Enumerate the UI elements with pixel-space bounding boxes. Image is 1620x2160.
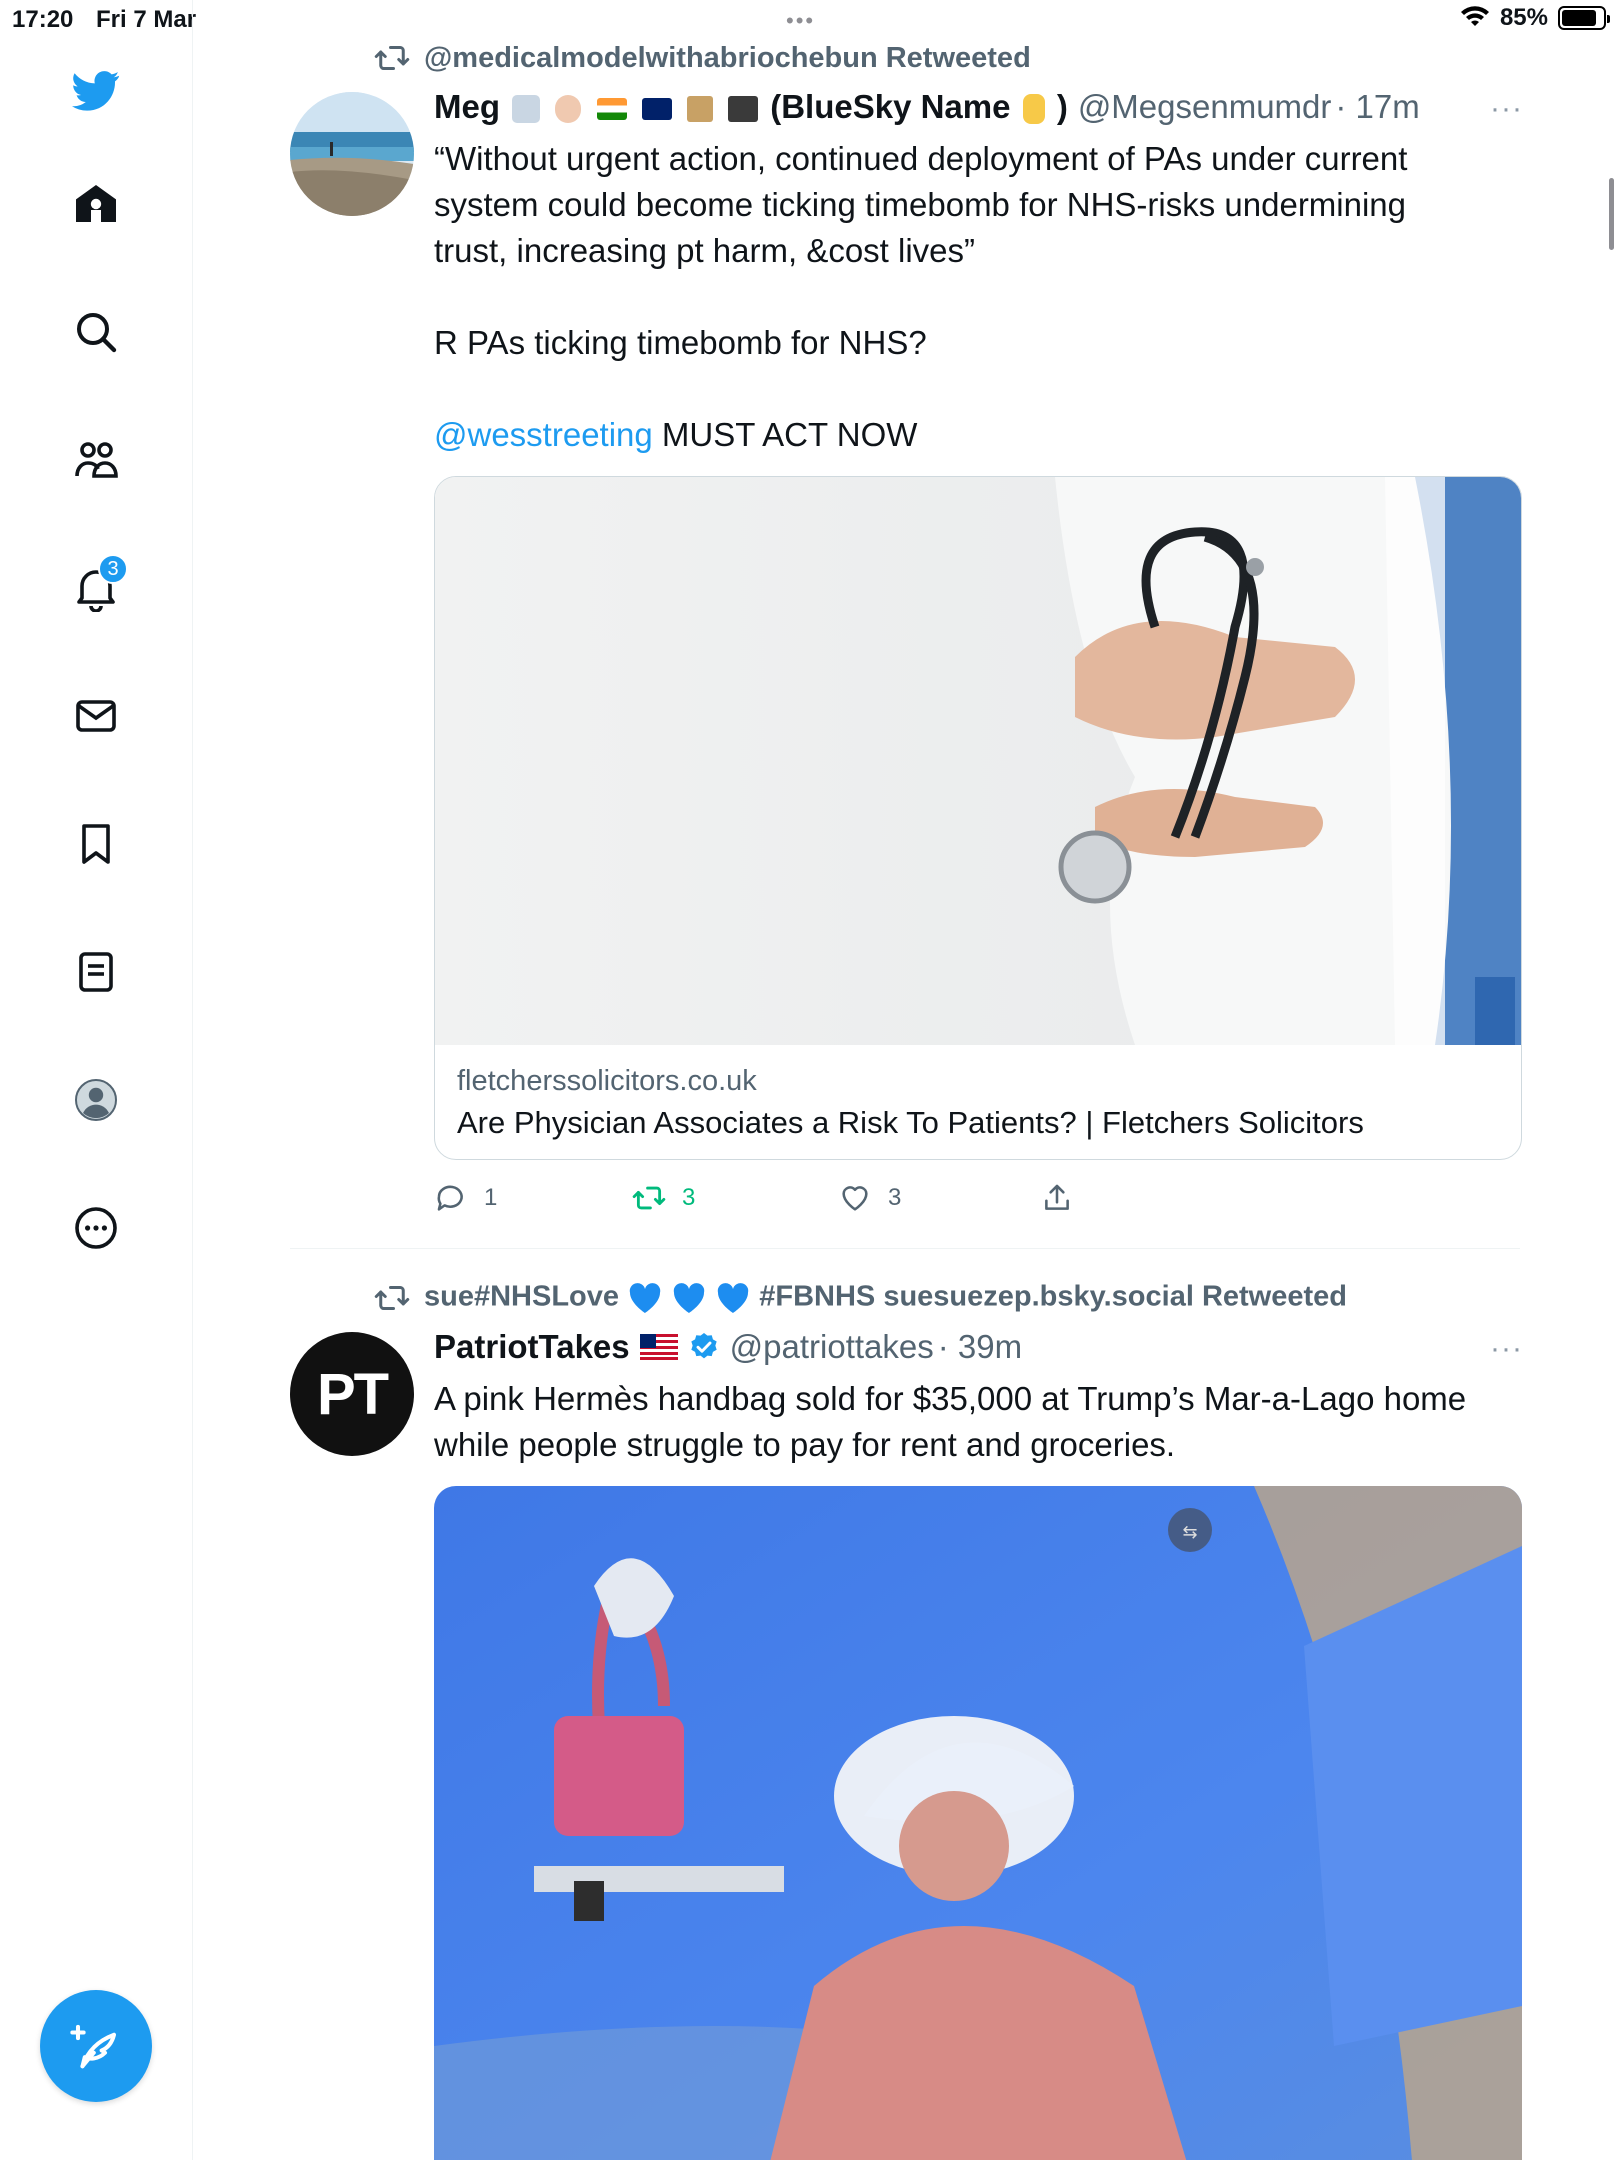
share-button[interactable]: [1040, 1181, 1074, 1215]
tweet-text: A pink Hermès handbag sold for $35,000 a…: [434, 1380, 1467, 1463]
sidebar-item-logo[interactable]: [60, 54, 132, 126]
notification-badge: 3: [98, 554, 128, 584]
tweet-media[interactable]: ⇆: [434, 1486, 1522, 2160]
sidebar-item-profile[interactable]: [60, 1064, 132, 1136]
sidebar-item-messages[interactable]: [60, 680, 132, 752]
scrollbar[interactable]: [1609, 178, 1614, 250]
reply-count: 1: [484, 1184, 498, 1211]
tweet-header: PatriotTakes @patriottakes · 39m: [434, 1328, 1022, 1366]
sidebar-item-lists[interactable]: [60, 936, 132, 1008]
beach-avatar-image: [290, 92, 414, 216]
tweet-time[interactable]: · 39m: [938, 1328, 1022, 1366]
avatar[interactable]: PT: [290, 1332, 414, 1456]
author-name[interactable]: PatriotTakes: [434, 1328, 630, 1366]
reply-button[interactable]: 1: [434, 1181, 497, 1215]
doctor-stethoscope-image: [435, 477, 1521, 1045]
messages-icon: [76, 700, 116, 732]
multitasking-dots-icon[interactable]: •••: [786, 8, 815, 34]
card-domain: fletcherssolicitors.co.uk: [457, 1065, 757, 1097]
avatar[interactable]: [290, 92, 414, 216]
blue-heart-icon: [673, 1283, 705, 1313]
retweet-icon: [632, 1186, 666, 1210]
retweet-context: @medicalmodelwithabriochebun Retweeted: [374, 40, 1031, 76]
heart-icon: [842, 1186, 868, 1211]
share-icon: [1045, 1184, 1069, 1210]
link-card[interactable]: fletcherssolicitors.co.uk Are Physician …: [434, 476, 1522, 1160]
status-bar: 17:20 Fri 7 Mar ••• 85%: [0, 0, 1620, 40]
us-flag-icon: [639, 1334, 678, 1360]
svg-text:⇆: ⇆: [1182, 1522, 1197, 1543]
verified-badge-icon: [690, 1333, 717, 1359]
compose-tweet-button[interactable]: [40, 1990, 152, 2102]
card-title: Are Physician Associates a Risk To Patie…: [457, 1105, 1364, 1140]
retweeted-by: sue#NHSLove #FBNHS suesuezep.bsky.social…: [424, 1280, 1347, 1316]
avatar-logo: PT: [316, 1361, 389, 1427]
like-button[interactable]: 3: [838, 1181, 901, 1215]
like-count: 3: [888, 1184, 902, 1211]
blue-heart-icon: [717, 1283, 749, 1313]
bookmarks-icon: [82, 824, 110, 864]
emoji-icons: [509, 88, 770, 125]
sidebar-item-more[interactable]: [60, 1192, 132, 1264]
author-name[interactable]: Meg (BlueSky Name ): [434, 88, 1068, 126]
reply-icon: [437, 1185, 463, 1211]
tweet-divider: [290, 1248, 1520, 1249]
retweet-icon: [374, 46, 410, 70]
more-icon: [75, 1207, 117, 1249]
wifi-icon: [1460, 6, 1489, 26]
twitter-bird-icon: [72, 71, 120, 111]
profile-icon: [75, 1079, 117, 1121]
tweet-more-icon[interactable]: ···: [1490, 92, 1523, 126]
sidebar-item-notifications[interactable]: 3: [60, 552, 132, 624]
lists-icon: [79, 952, 113, 992]
tweet-more-icon[interactable]: ···: [1490, 1332, 1523, 1366]
blue-heart-icon: [629, 1283, 661, 1313]
retweet-button[interactable]: 3: [632, 1181, 695, 1215]
author-handle[interactable]: @patriottakes: [730, 1328, 934, 1366]
tweet-text: “Without urgent action, continued deploy…: [434, 140, 1408, 453]
tweet-header: Meg (BlueSky Name ) @Megsenmumdr · 17m: [434, 88, 1420, 126]
tweet-time[interactable]: · 17m: [1335, 88, 1419, 126]
sidebar-item-bookmarks[interactable]: [60, 808, 132, 880]
tweet-actions: 1 3 3: [434, 1178, 1522, 1218]
video-still-image: ⇆: [434, 1486, 1522, 2160]
sidebar-nav: 3: [0, 0, 193, 2160]
search-icon: [77, 313, 117, 353]
battery-percent: 85%: [1499, 4, 1548, 31]
sidebar-item-search[interactable]: [60, 296, 132, 368]
retweeted-by: @medicalmodelwithabriochebun Retweeted: [424, 41, 1031, 74]
battery-level: [1562, 10, 1596, 26]
retweet-count: 3: [682, 1184, 696, 1211]
pointing-down-icon: [1022, 94, 1045, 125]
communities-icon: [75, 442, 118, 478]
retweet-icon: [374, 1286, 410, 1310]
compose-tweet-icon: [70, 2024, 117, 2069]
retweet-context: sue#NHSLove #FBNHS suesuezep.bsky.social…: [374, 1280, 1347, 1316]
sidebar-item-communities[interactable]: [60, 424, 132, 496]
mention-link[interactable]: @wesstreeting: [434, 416, 653, 453]
battery-icon: [1558, 6, 1610, 30]
author-handle[interactable]: @Megsenmumdr: [1078, 88, 1332, 126]
sidebar-item-home[interactable]: [60, 168, 132, 240]
home-icon: [76, 185, 116, 222]
